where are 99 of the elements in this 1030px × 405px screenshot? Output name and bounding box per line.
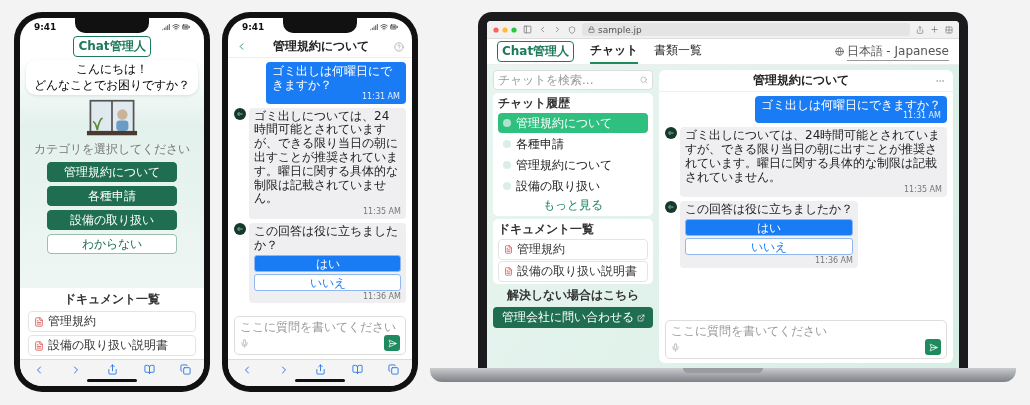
message-text: ゴミ出しについては、24時間可能とされていますが、できる限り当日の朝に出すことが推奨されています。曜日に関する具体的な制限は記載されていません。: [254, 109, 399, 207]
category-prompt: カテゴリを選択してください: [34, 141, 190, 159]
document-icon: [34, 316, 44, 327]
document-icon: [34, 340, 44, 351]
documents-title: ドキュメント一覧: [63, 291, 161, 308]
chat-title: 管理規約について: [753, 72, 849, 89]
history-item[interactable]: 管理規約について: [498, 155, 648, 175]
chat-dot-icon: [503, 161, 511, 169]
document-item[interactable]: 管理規約: [498, 239, 648, 260]
window-controls-icon[interactable]: [493, 26, 517, 33]
document-icon: [504, 245, 513, 254]
message-time: 11:31 AM: [362, 92, 400, 102]
message-time: 11:35 AM: [904, 186, 942, 196]
status-time: 9:41: [34, 22, 57, 32]
question-box[interactable]: ここに質問を書いてください: [665, 320, 947, 359]
search-field[interactable]: チャットを検索...: [498, 73, 640, 87]
feedback-question: この回答は役に立ちましたか？: [254, 224, 399, 253]
back-icon[interactable]: [538, 25, 547, 34]
no-button[interactable]: いいえ: [685, 237, 853, 255]
nav-tab[interactable]: 書類一覧: [654, 39, 703, 64]
shield-icon[interactable]: [568, 25, 576, 34]
contact-button[interactable]: 管理会社に問い合わせる: [493, 307, 653, 328]
document-icon: [504, 267, 513, 276]
category-button[interactable]: 各種申請: [47, 186, 177, 207]
message-time: 11:35 AM: [363, 208, 401, 217]
share-icon[interactable]: [916, 25, 924, 34]
tabs-icon[interactable]: [945, 25, 953, 34]
battery-icon: [390, 23, 398, 31]
share-icon[interactable]: [107, 364, 119, 375]
send-icon: [387, 338, 397, 348]
message-text: ゴミ出しは何曜日にできますか？: [272, 64, 392, 93]
help-text: 解決しない場合はこちら: [507, 287, 639, 304]
send-button[interactable]: [384, 335, 400, 351]
question-field[interactable]: ここに質問を書いてください: [671, 324, 941, 338]
chat-dot-icon: [503, 182, 511, 190]
new-tab-icon[interactable]: [930, 25, 939, 34]
feedback-question: この回答は役に立ちましたか？: [685, 203, 853, 217]
document-item[interactable]: 管理規約: [28, 311, 196, 332]
bookmarks-icon[interactable]: [351, 364, 363, 375]
battery-icon: [182, 23, 190, 31]
history-title: チャット履歴: [498, 95, 571, 112]
yes-button[interactable]: はい: [254, 254, 401, 272]
external-link-icon: [636, 313, 645, 322]
microphone-icon[interactable]: [240, 338, 249, 348]
bot-avatar-icon: [234, 222, 246, 235]
category-button[interactable]: 設備の取り扱い: [47, 210, 177, 231]
chat-dot-icon: [503, 119, 511, 127]
message-time: 11:31 AM: [903, 112, 941, 122]
document-item[interactable]: 設備の取り扱い説明書: [498, 261, 648, 282]
search-box[interactable]: チャットを検索...: [493, 70, 653, 90]
tabs-icon[interactable]: [180, 364, 192, 375]
signal-icon: [370, 23, 378, 31]
help-icon[interactable]: [394, 41, 404, 52]
app-logo: Chat管理人: [497, 41, 575, 62]
bot-avatar-icon: [234, 107, 246, 120]
history-label: 管理規約について: [516, 114, 612, 132]
wifi-icon: [380, 23, 388, 31]
yes-button[interactable]: はい: [685, 218, 853, 236]
home-indicator: [295, 379, 345, 382]
message-text: ゴミ出しについては、24時間可能とされていますが、できる限り当日の朝に出すことが推奨されています。曜日に関する具体的な制限は記載されていません。: [685, 129, 942, 185]
greeting-text: こんにちは！: [76, 62, 148, 78]
message-time: 11:36 AM: [815, 256, 853, 266]
history-label: 各種申請: [516, 135, 564, 153]
search-icon: [640, 76, 648, 84]
document-item[interactable]: 設備の取り扱い説明書: [28, 335, 196, 356]
category-button[interactable]: わからない: [47, 234, 177, 255]
message-time: 11:36 AM: [363, 292, 401, 302]
wifi-icon: [172, 23, 180, 31]
lock-icon: [588, 26, 595, 33]
bot-avatar-icon: [665, 127, 677, 140]
history-item[interactable]: 各種申請: [498, 134, 648, 154]
signal-icon: [162, 23, 170, 31]
window-illustration-drawing: [86, 99, 138, 138]
status-time: 9:41: [242, 22, 265, 32]
tabs-icon[interactable]: [388, 364, 400, 375]
history-item[interactable]: 設備の取り扱い: [498, 176, 648, 196]
history-label: 管理規約について: [516, 156, 612, 174]
show-more-link[interactable]: もっと見る: [543, 197, 603, 214]
history-label: 設備の取り扱い: [516, 177, 600, 195]
send-button[interactable]: [925, 339, 941, 355]
greeting-text: どんなことでお困りですか？: [34, 77, 190, 94]
no-button[interactable]: いいえ: [254, 273, 401, 291]
bookmarks-icon[interactable]: [143, 364, 155, 375]
category-button[interactable]: 管理規約について: [47, 162, 177, 183]
documents-title: ドキュメント一覧: [498, 221, 595, 238]
forward-icon[interactable]: [553, 25, 562, 34]
chat-dot-icon: [503, 140, 511, 148]
microphone-icon[interactable]: [671, 342, 680, 352]
question-field[interactable]: ここに質問を書いてください: [240, 320, 400, 334]
bot-avatar-icon: [665, 201, 677, 214]
globe-icon: [834, 47, 844, 56]
send-icon: [928, 342, 938, 352]
chat-title: 管理規約について: [272, 38, 369, 55]
address-field[interactable]: sample.jp: [582, 23, 910, 36]
home-indicator: [87, 379, 137, 382]
sidebar-icon[interactable]: [523, 25, 532, 34]
language-selector[interactable]: 日本語 - Japanese: [846, 42, 949, 61]
question-box[interactable]: ここに質問を書いてください: [234, 316, 406, 355]
share-icon[interactable]: [315, 364, 327, 375]
